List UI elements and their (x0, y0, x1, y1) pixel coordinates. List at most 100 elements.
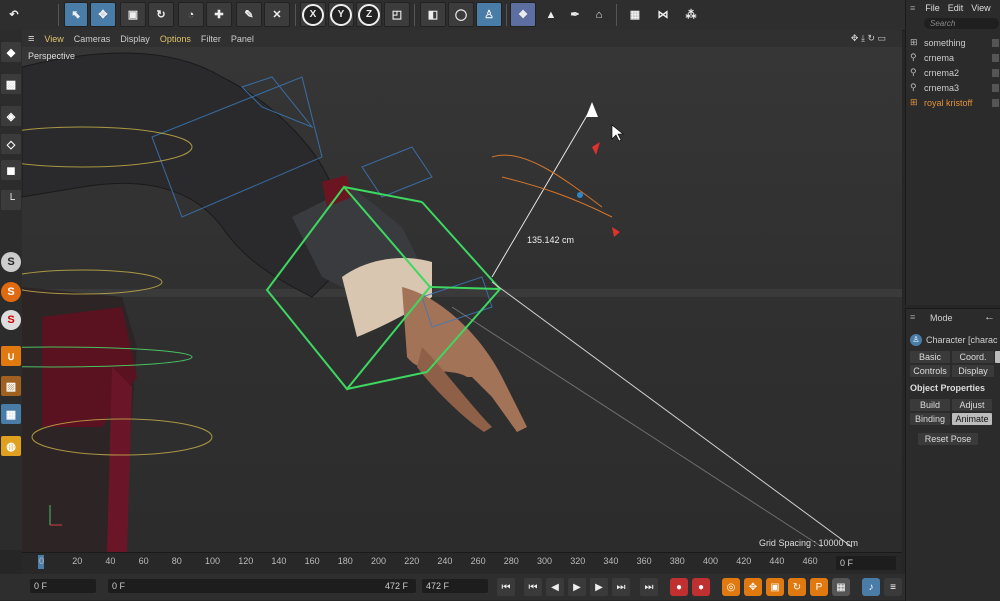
point-mode-icon[interactable]: ◈ (1, 106, 21, 126)
render-region-icon[interactable]: ◯ (448, 2, 474, 27)
lock-icon[interactable]: ◍ (1, 436, 21, 456)
parameter-key-icon[interactable]: P (810, 578, 828, 596)
go-to-end-icon[interactable]: ⏭ (640, 578, 658, 596)
z-axis-lock-button[interactable]: Z (356, 2, 382, 27)
viewport-menu-view[interactable]: View (44, 34, 63, 44)
object-row-royal-kristoff[interactable]: ⊞ royal kristoff (906, 95, 1000, 110)
scale-key-icon[interactable]: ▣ (766, 578, 784, 596)
viewport-menu-cameras[interactable]: Cameras (74, 34, 111, 44)
attr-menu-icon[interactable]: ≡ (910, 312, 915, 322)
snap-settings-icon[interactable]: S (1, 282, 21, 302)
rotation-key-icon[interactable]: ↻ (788, 578, 806, 596)
object-row-crnema[interactable]: ⚲ crnema (906, 50, 1000, 65)
deformer-icon[interactable]: ▲ (540, 2, 562, 27)
manager-menu-icon[interactable]: ≡ (910, 3, 915, 13)
go-to-start-icon[interactable]: ⏮ (497, 578, 515, 596)
polygon-mode-icon[interactable]: ◼ (1, 160, 21, 180)
rotate-tool-icon[interactable]: ↻ (148, 2, 174, 27)
cylinder-icon[interactable]: ⌂ (588, 2, 610, 27)
attr-mode-menu[interactable]: Mode (930, 313, 953, 323)
timeline-ruler[interactable]: 0 20 40 60 80 100 120 140 160 180 200 220 240 260 280 3… (22, 552, 902, 575)
viewport-menu-panel[interactable]: Panel (231, 34, 254, 44)
max-frame-field[interactable]: 472 F (422, 579, 488, 593)
reset-pose-button[interactable]: Reset Pose (918, 433, 978, 445)
grid-icon[interactable]: ▦ (1, 404, 21, 424)
object-row-something[interactable]: ⊞ something (906, 35, 1000, 50)
tab-controls[interactable]: Controls (910, 365, 950, 377)
hair-icon[interactable]: ⋈ (650, 2, 676, 27)
autokey-icon[interactable]: ● (692, 578, 710, 596)
nodes-icon[interactable]: ⁂ (678, 2, 704, 27)
prev-frame-icon[interactable]: ◀ (546, 578, 564, 596)
snap-icon[interactable]: S (1, 252, 21, 272)
frame-range-slider[interactable]: 0 F 472 F (108, 579, 416, 593)
character-icon[interactable]: ♙ (476, 2, 502, 27)
paint-tool-icon[interactable]: ✎ (236, 2, 262, 27)
timeline-tick: 220 (404, 556, 420, 566)
current-frame-field[interactable]: 0 F (836, 556, 896, 570)
axis-mode-icon[interactable]: └ (1, 190, 21, 210)
adjust-button[interactable]: Adjust (952, 399, 992, 411)
timeline-tick: 340 (603, 556, 619, 566)
tab-display[interactable]: Display (952, 365, 994, 377)
magnet-icon[interactable]: ∪ (1, 346, 21, 366)
keyframe-selection-icon[interactable]: ◎ (722, 578, 740, 596)
solo-icon[interactable]: S (1, 310, 21, 330)
move-tool-icon[interactable]: ✥ (90, 2, 116, 27)
menu-view[interactable]: View (971, 3, 990, 13)
x-axis-lock-button[interactable]: X (300, 2, 326, 27)
tab-basic[interactable]: Basic (910, 351, 950, 363)
animate-button[interactable]: Animate (952, 413, 992, 425)
add-object-icon[interactable]: ✚ (206, 2, 232, 27)
viewport-hamburger-icon[interactable]: ≡ (28, 33, 34, 45)
back-arrow-icon[interactable]: ← (984, 311, 995, 323)
timeline-tick: 420 (736, 556, 752, 566)
timeline-tick: 320 (570, 556, 586, 566)
checker-grid-icon[interactable]: ▦ (622, 2, 648, 27)
binding-button[interactable]: Binding (910, 413, 950, 425)
workplane-icon[interactable]: ▨ (1, 376, 21, 396)
menu-edit[interactable]: Edit (948, 3, 964, 13)
object-row-crnema2[interactable]: ⚲ crnema2 (906, 65, 1000, 80)
render-view-icon[interactable]: ◧ (420, 2, 446, 27)
edge-mode-icon[interactable]: ◇ (1, 134, 21, 154)
record-active-icon[interactable]: ● (670, 578, 688, 596)
coordinate-system-icon[interactable]: ◰ (384, 2, 410, 27)
timeline-tick: 60 (138, 556, 149, 566)
object-row-crnema3[interactable]: ⚲ crnema3 (906, 80, 1000, 95)
cube-primitive-icon[interactable]: ❖ (510, 2, 536, 27)
position-key-icon[interactable]: ✥ (744, 578, 762, 596)
sound-icon[interactable]: ♪ (862, 578, 880, 596)
3d-viewport[interactable]: Perspective 135.142 cm Grid Spacing : 10… (22, 47, 902, 552)
next-key-icon[interactable]: ⏭ (612, 578, 630, 596)
joint-icon: ⚲ (910, 52, 917, 62)
viewport-menu-filter[interactable]: Filter (201, 34, 221, 44)
timeline-window-icon[interactable]: ≡ (884, 578, 902, 596)
character-object-icon: ⊞ (910, 97, 918, 107)
viewport-menu-display[interactable]: Display (120, 34, 150, 44)
live-selection-icon[interactable]: ⬉ (64, 2, 88, 27)
viewport-menu-options[interactable]: Options (160, 34, 191, 44)
object-search-input[interactable]: Search (924, 18, 999, 29)
menu-file[interactable]: File (925, 3, 940, 13)
play-icon[interactable]: ▶ (568, 578, 586, 596)
pen-icon[interactable]: ✒ (564, 2, 586, 27)
model-mode-icon[interactable]: ◆ (1, 42, 21, 62)
recent-tools-icon[interactable]: ◔ (178, 2, 204, 27)
distance-readout: 135.142 cm (527, 235, 575, 245)
timeline-tick: 280 (503, 556, 519, 566)
texture-mode-icon[interactable]: ▩ (1, 74, 21, 94)
tab-coord[interactable]: Coord. (952, 351, 994, 363)
y-axis-lock-button[interactable]: Y (328, 2, 354, 27)
build-button[interactable]: Build (910, 399, 950, 411)
min-frame-field[interactable]: 0 F (30, 579, 96, 593)
tab-object[interactable] (995, 351, 1000, 363)
prev-key-icon[interactable]: ⏮ (524, 578, 542, 596)
undo-icon[interactable]: ↶ (2, 2, 26, 27)
next-frame-icon[interactable]: ▶ (590, 578, 608, 596)
scale-tool-icon[interactable]: ▣ (120, 2, 146, 27)
tweak-tool-icon[interactable]: ✕ (264, 2, 290, 27)
viewport-navigation-icons[interactable]: ✥ ⤓ ↻ ▭ (851, 33, 886, 44)
character-icon: ♙ (910, 334, 922, 346)
pla-key-icon[interactable]: ▦ (832, 578, 850, 596)
